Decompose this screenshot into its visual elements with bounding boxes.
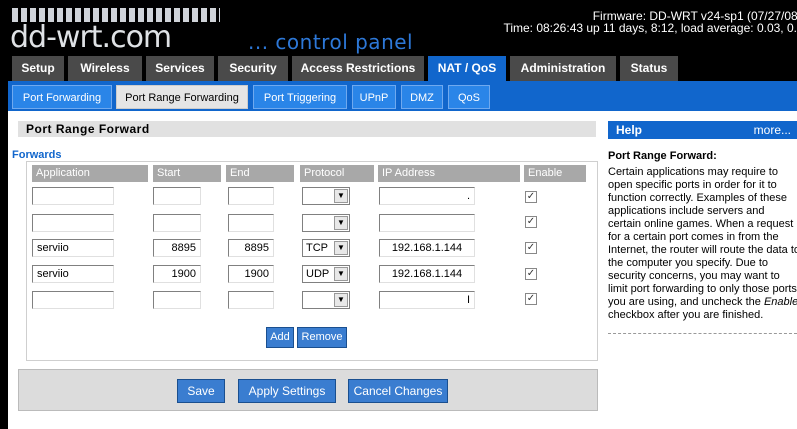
tab-services[interactable]: Services [146,56,214,81]
triangle-down-icon: ▼ [334,189,348,203]
protocol-select[interactable]: UDP ▼ [302,265,350,283]
add-button[interactable]: Add [266,327,294,348]
col-enable: Enable [524,165,586,182]
subtab-port-triggering[interactable]: Port Triggering [253,85,347,109]
header: dd-wrt.com ... control panel Firmware: D… [0,0,797,56]
application-input[interactable] [32,291,114,309]
application-input[interactable] [32,187,114,205]
check-mark-icon: ✓ [526,268,536,279]
subtab-upnp[interactable]: UPnP [352,85,396,109]
save-button[interactable]: Save [177,379,225,403]
logo-main: dd-wrt [10,20,103,55]
remove-button[interactable]: Remove [297,327,347,348]
help-heading: Help [616,123,643,137]
protocol-value: TCP [306,242,328,254]
start-port-input[interactable]: 1900 [153,265,201,283]
tab-setup[interactable]: Setup [12,56,64,81]
triangle-down-icon: ▼ [334,216,348,230]
help-text: Certain applications may require to open… [608,166,797,322]
logo: dd-wrt.com [10,20,173,55]
check-mark-icon: ✓ [526,242,536,253]
help-text-em: Enable [763,296,797,308]
col-end: End [226,165,294,182]
enable-checkbox[interactable]: ✓ [525,191,537,203]
end-port-input[interactable]: 8895 [228,239,274,257]
application-input[interactable]: serviio [32,239,114,257]
protocol-select[interactable]: TCP ▼ [302,239,350,257]
help-title: Port Range Forward: [608,150,717,162]
apply-settings-button[interactable]: Apply Settings [238,379,336,403]
triangle-down-icon: ▼ [334,241,348,255]
application-input[interactable] [32,214,114,232]
help-text-part: Certain applications may require to open… [608,166,797,308]
triangle-down-icon: ▼ [334,267,348,281]
end-port-input[interactable] [228,214,274,232]
subtab-dmz[interactable]: DMZ [401,85,443,109]
cancel-changes-button[interactable]: Cancel Changes [348,379,448,403]
check-mark-icon: ✓ [526,216,536,227]
action-bar: Save Apply Settings Cancel Changes [18,369,598,411]
start-port-input[interactable] [153,214,201,232]
check-mark-icon: ✓ [526,293,536,304]
ip-address-input[interactable]: I [379,291,475,309]
tab-wireless[interactable]: Wireless [68,56,142,81]
protocol-select[interactable]: ▼ [302,291,350,309]
enable-checkbox[interactable]: ✓ [525,293,537,305]
col-protocol: Protocol [300,165,374,182]
col-ip-address: IP Address [378,165,520,182]
logo-suffix: .com [101,20,173,55]
tab-status[interactable]: Status [620,56,678,81]
subtab-port-range-forwarding[interactable]: Port Range Forwarding [116,85,248,109]
tab-access-restrictions[interactable]: Access Restrictions [292,56,424,81]
col-start: Start [153,165,221,182]
end-port-input[interactable] [228,187,274,205]
sub-tabs: Port Forwarding Port Range Forwarding Po… [8,81,797,111]
start-port-input[interactable] [153,291,201,309]
start-port-input[interactable] [153,187,201,205]
uptime-info: Time: 08:26:43 up 11 days, 8:12, load av… [503,21,797,35]
protocol-select[interactable]: ▼ [302,187,350,205]
check-mark-icon: ✓ [526,191,536,202]
protocol-value: UDP [306,268,330,280]
main-tabs: Setup Wireless Services Security Access … [0,56,797,81]
col-application: Application [32,165,148,182]
forwards-label: Forwards [12,149,62,161]
help-text-part: checkbox after you are finished. [608,309,764,321]
ip-address-input[interactable]: . [379,187,475,205]
help-divider [608,333,797,334]
protocol-select[interactable]: ▼ [302,214,350,232]
ip-address-input[interactable] [379,214,475,232]
tab-security[interactable]: Security [218,56,288,81]
help-more-link[interactable]: more... [754,121,791,139]
ip-address-input[interactable]: 192.168.1.144 [379,265,475,283]
end-port-input[interactable]: 1900 [228,265,274,283]
end-port-input[interactable] [228,291,274,309]
enable-checkbox[interactable]: ✓ [525,242,537,254]
subtab-qos[interactable]: QoS [448,85,490,109]
ip-address-input[interactable]: 192.168.1.144 [379,239,475,257]
triangle-down-icon: ▼ [334,293,348,307]
tab-administration[interactable]: Administration [510,56,616,81]
main-content: Port Range Forward Forwards Application … [8,111,602,429]
enable-checkbox[interactable]: ✓ [525,268,537,280]
application-input[interactable]: serviio [32,265,114,283]
help-header: Help more... [608,121,797,139]
page-title: Port Range Forward [18,121,596,137]
enable-checkbox[interactable]: ✓ [525,216,537,228]
start-port-input[interactable]: 8895 [153,239,201,257]
subtab-port-forwarding[interactable]: Port Forwarding [12,85,112,109]
control-panel-subtitle: ... control panel [248,30,414,54]
tab-nat-qos[interactable]: NAT / QoS [428,56,506,81]
help-panel: Help more... Port Range Forward: Certain… [602,111,797,429]
